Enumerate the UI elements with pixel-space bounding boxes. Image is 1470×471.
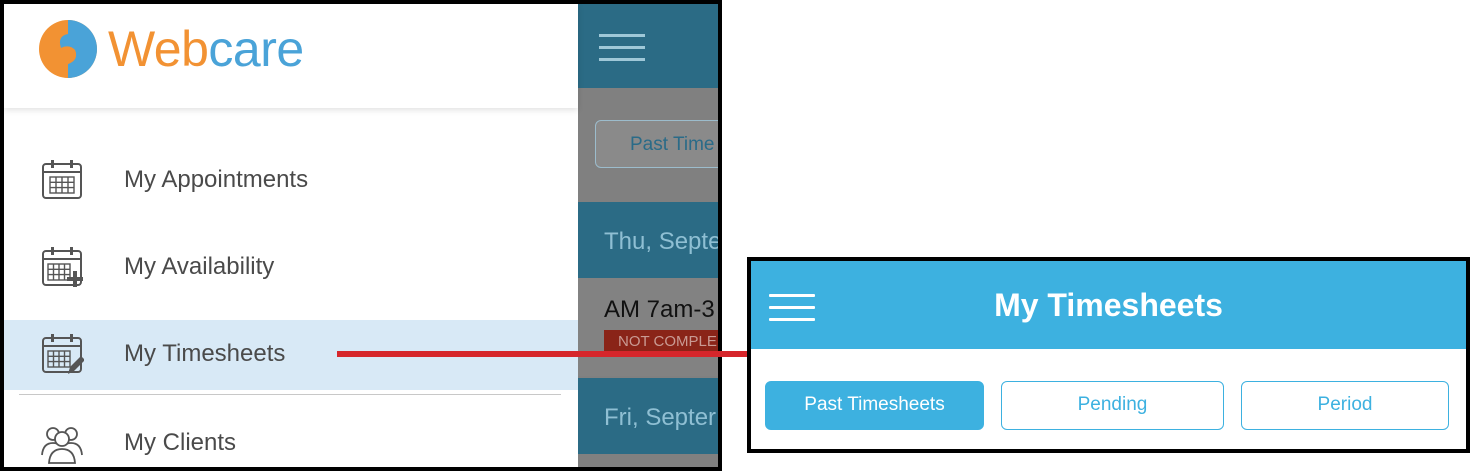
calendar-icon — [42, 160, 82, 199]
logo-text: Webcare — [108, 21, 304, 77]
background-segment-button: Past Time — [595, 120, 718, 168]
red-arrow-annotation — [337, 338, 803, 370]
clients-icon — [41, 427, 83, 464]
background-app-overlay[interactable]: Past Time Thu, Septe AM 7am-3 NOT COMPLE… — [578, 4, 722, 467]
drawer-divider — [19, 394, 561, 395]
drawer-item-clients[interactable]: My Clients — [4, 409, 578, 467]
background-app-header — [578, 4, 718, 88]
tab-period[interactable]: Period — [1241, 381, 1449, 430]
tab-past-timesheets[interactable]: Past Timesheets — [765, 381, 984, 430]
drawer-header: Webcare — [4, 4, 578, 108]
drawer-item-label: My Availability — [124, 253, 275, 280]
calendar-edit-icon — [42, 334, 84, 374]
background-date-header: Thu, Septe — [578, 202, 722, 278]
drawer-item-label: My Timesheets — [124, 340, 286, 367]
background-hamburger-line — [599, 46, 645, 49]
drawer-item-availability[interactable]: My Availability — [4, 233, 578, 303]
background-shift-title: AM 7am-3 — [604, 296, 715, 323]
drawer-item-appointments[interactable]: My Appointments — [4, 146, 578, 216]
background-hamburger-line — [599, 34, 645, 37]
timesheets-screen-screenshot: My Timesheets Past Timesheets Pending Pe… — [747, 257, 1470, 453]
navigation-drawer: Webcare My Appointments My Availability … — [4, 4, 578, 467]
webcare-logo-icon — [39, 20, 97, 78]
background-segment-label: Past Time — [630, 134, 715, 155]
drawer-item-label: My Appointments — [124, 166, 309, 193]
navigation-drawer-screenshot: Past Time Thu, Septe AM 7am-3 NOT COMPLE… — [0, 0, 722, 471]
timesheets-header: My Timesheets — [751, 261, 1466, 349]
drawer-item-label: My Clients — [124, 429, 237, 456]
calendar-add-icon — [42, 247, 83, 287]
tab-pending[interactable]: Pending — [1001, 381, 1224, 430]
background-date-label: Fri, Septer — [604, 404, 717, 431]
page-title: My Timesheets — [994, 287, 1223, 323]
background-date-header: Fri, Septer — [578, 378, 718, 454]
background-hamburger-line — [599, 58, 645, 61]
background-date-label: Thu, Septe — [604, 228, 722, 255]
